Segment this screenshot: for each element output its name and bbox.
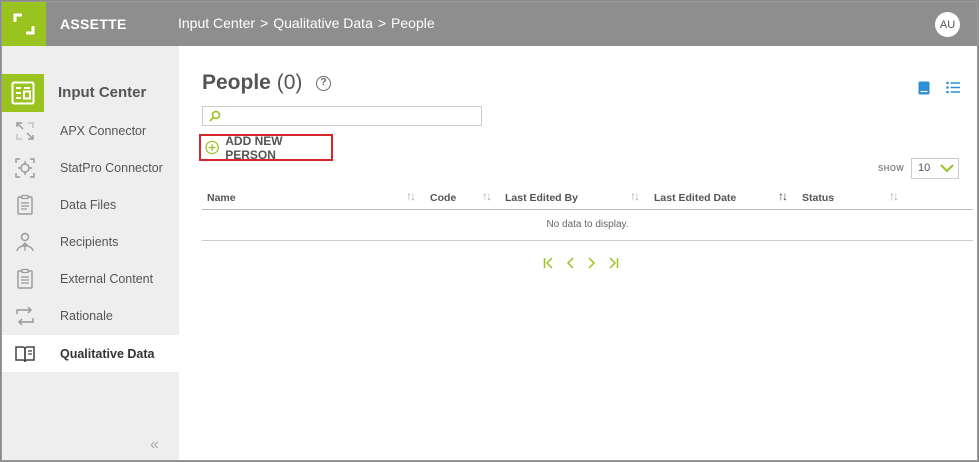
sidebar-heading[interactable]: Input Center [2, 74, 179, 112]
search-icon [209, 110, 221, 122]
page-size-label: SHOW [878, 164, 905, 173]
add-new-person-button[interactable]: ADD NEW PERSON [199, 133, 333, 162]
input-center-icon [2, 74, 44, 112]
breadcrumb-people: People [391, 15, 435, 31]
app-window: ASSETTE Input Center > Qualitative Data … [1, 1, 978, 461]
last-page-icon[interactable] [608, 256, 619, 274]
table-header: Name ↑↓ Code ↑↓ Last Edited By ↑↓ Last E… [202, 186, 973, 210]
breadcrumb-separator: > [377, 15, 387, 31]
sidebar-item-label: Rationale [60, 309, 113, 323]
page-size-select[interactable]: 10 [911, 158, 959, 179]
statpro-connector-icon [15, 158, 35, 178]
brand-name: ASSETTE [60, 16, 127, 32]
add-new-person-label: ADD NEW PERSON [225, 133, 283, 162]
record-count: (0) [276, 71, 303, 94]
page-title: People (0) [202, 71, 302, 95]
sidebar-item-label: Data Files [60, 198, 117, 212]
plus-circle-icon [205, 140, 219, 155]
sidebar-item-label: Qualitative Data [60, 347, 155, 361]
column-header-code[interactable]: Code [430, 192, 456, 204]
empty-table-message: No data to display. [202, 210, 973, 241]
sort-icon[interactable]: ↑↓ [889, 189, 899, 203]
logo-icon [13, 13, 35, 35]
sidebar-item-statpro-connector[interactable]: StatPro Connector [2, 149, 179, 186]
sidebar-item-label: StatPro Connector [60, 161, 163, 175]
sidebar-item-data-files[interactable]: Data Files [2, 186, 179, 223]
sidebar: Input Center APX Connector StatPro Conne… [2, 46, 179, 460]
list-view-icon[interactable] [946, 81, 960, 94]
rationale-icon [16, 306, 34, 326]
column-header-last-edited-date[interactable]: Last Edited Date [654, 192, 736, 204]
previous-page-icon[interactable] [566, 256, 575, 274]
breadcrumb-input-center[interactable]: Input Center [178, 15, 255, 31]
card-view-icon[interactable] [918, 81, 930, 95]
sidebar-heading-label: Input Center [58, 84, 147, 101]
search-input[interactable] [202, 106, 482, 126]
sidebar-item-label: Recipients [60, 235, 119, 249]
chevron-down-icon [940, 164, 954, 173]
avatar[interactable]: AU [935, 12, 960, 37]
main-content: People (0) ? ADD NEW PERSON SHOW 10 Name… [179, 46, 977, 460]
sidebar-item-external-content[interactable]: External Content [2, 260, 179, 297]
sidebar-item-label: APX Connector [60, 124, 147, 138]
view-toggle [918, 81, 960, 95]
sidebar-item-apx-connector[interactable]: APX Connector [2, 112, 179, 149]
breadcrumb: Input Center > Qualitative Data > People [178, 15, 435, 31]
page-size-value: 10 [918, 162, 931, 174]
data-files-icon [17, 194, 33, 215]
pagination [543, 256, 619, 274]
sidebar-item-recipients[interactable]: Recipients [2, 223, 179, 260]
next-page-icon[interactable] [587, 256, 596, 274]
sort-icon[interactable]: ↑↓ [406, 189, 416, 203]
breadcrumb-qualitative-data[interactable]: Qualitative Data [273, 15, 373, 31]
sort-icon[interactable]: ↑↓ [630, 189, 640, 203]
sidebar-item-qualitative-data[interactable]: Qualitative Data [2, 335, 179, 372]
breadcrumb-separator: > [260, 15, 269, 31]
column-header-last-edited-by[interactable]: Last Edited By [505, 192, 578, 204]
sort-active-icon[interactable]: ↑↓ [778, 189, 788, 203]
apx-connector-icon [16, 122, 34, 140]
collapse-sidebar-icon[interactable]: « [150, 436, 159, 454]
column-header-name[interactable]: Name [207, 192, 236, 204]
top-bar: ASSETTE Input Center > Qualitative Data … [2, 2, 977, 46]
column-header-status[interactable]: Status [802, 192, 834, 204]
help-icon[interactable]: ? [316, 76, 331, 91]
logo[interactable] [2, 2, 46, 46]
page-title-text: People [202, 71, 271, 94]
sidebar-item-rationale[interactable]: Rationale [2, 297, 179, 334]
sort-icon[interactable]: ↑↓ [482, 189, 492, 203]
sidebar-item-label: External Content [60, 272, 154, 286]
recipients-icon [16, 232, 34, 252]
external-content-icon [17, 268, 33, 289]
first-page-icon[interactable] [543, 256, 554, 274]
book-icon [15, 346, 35, 363]
